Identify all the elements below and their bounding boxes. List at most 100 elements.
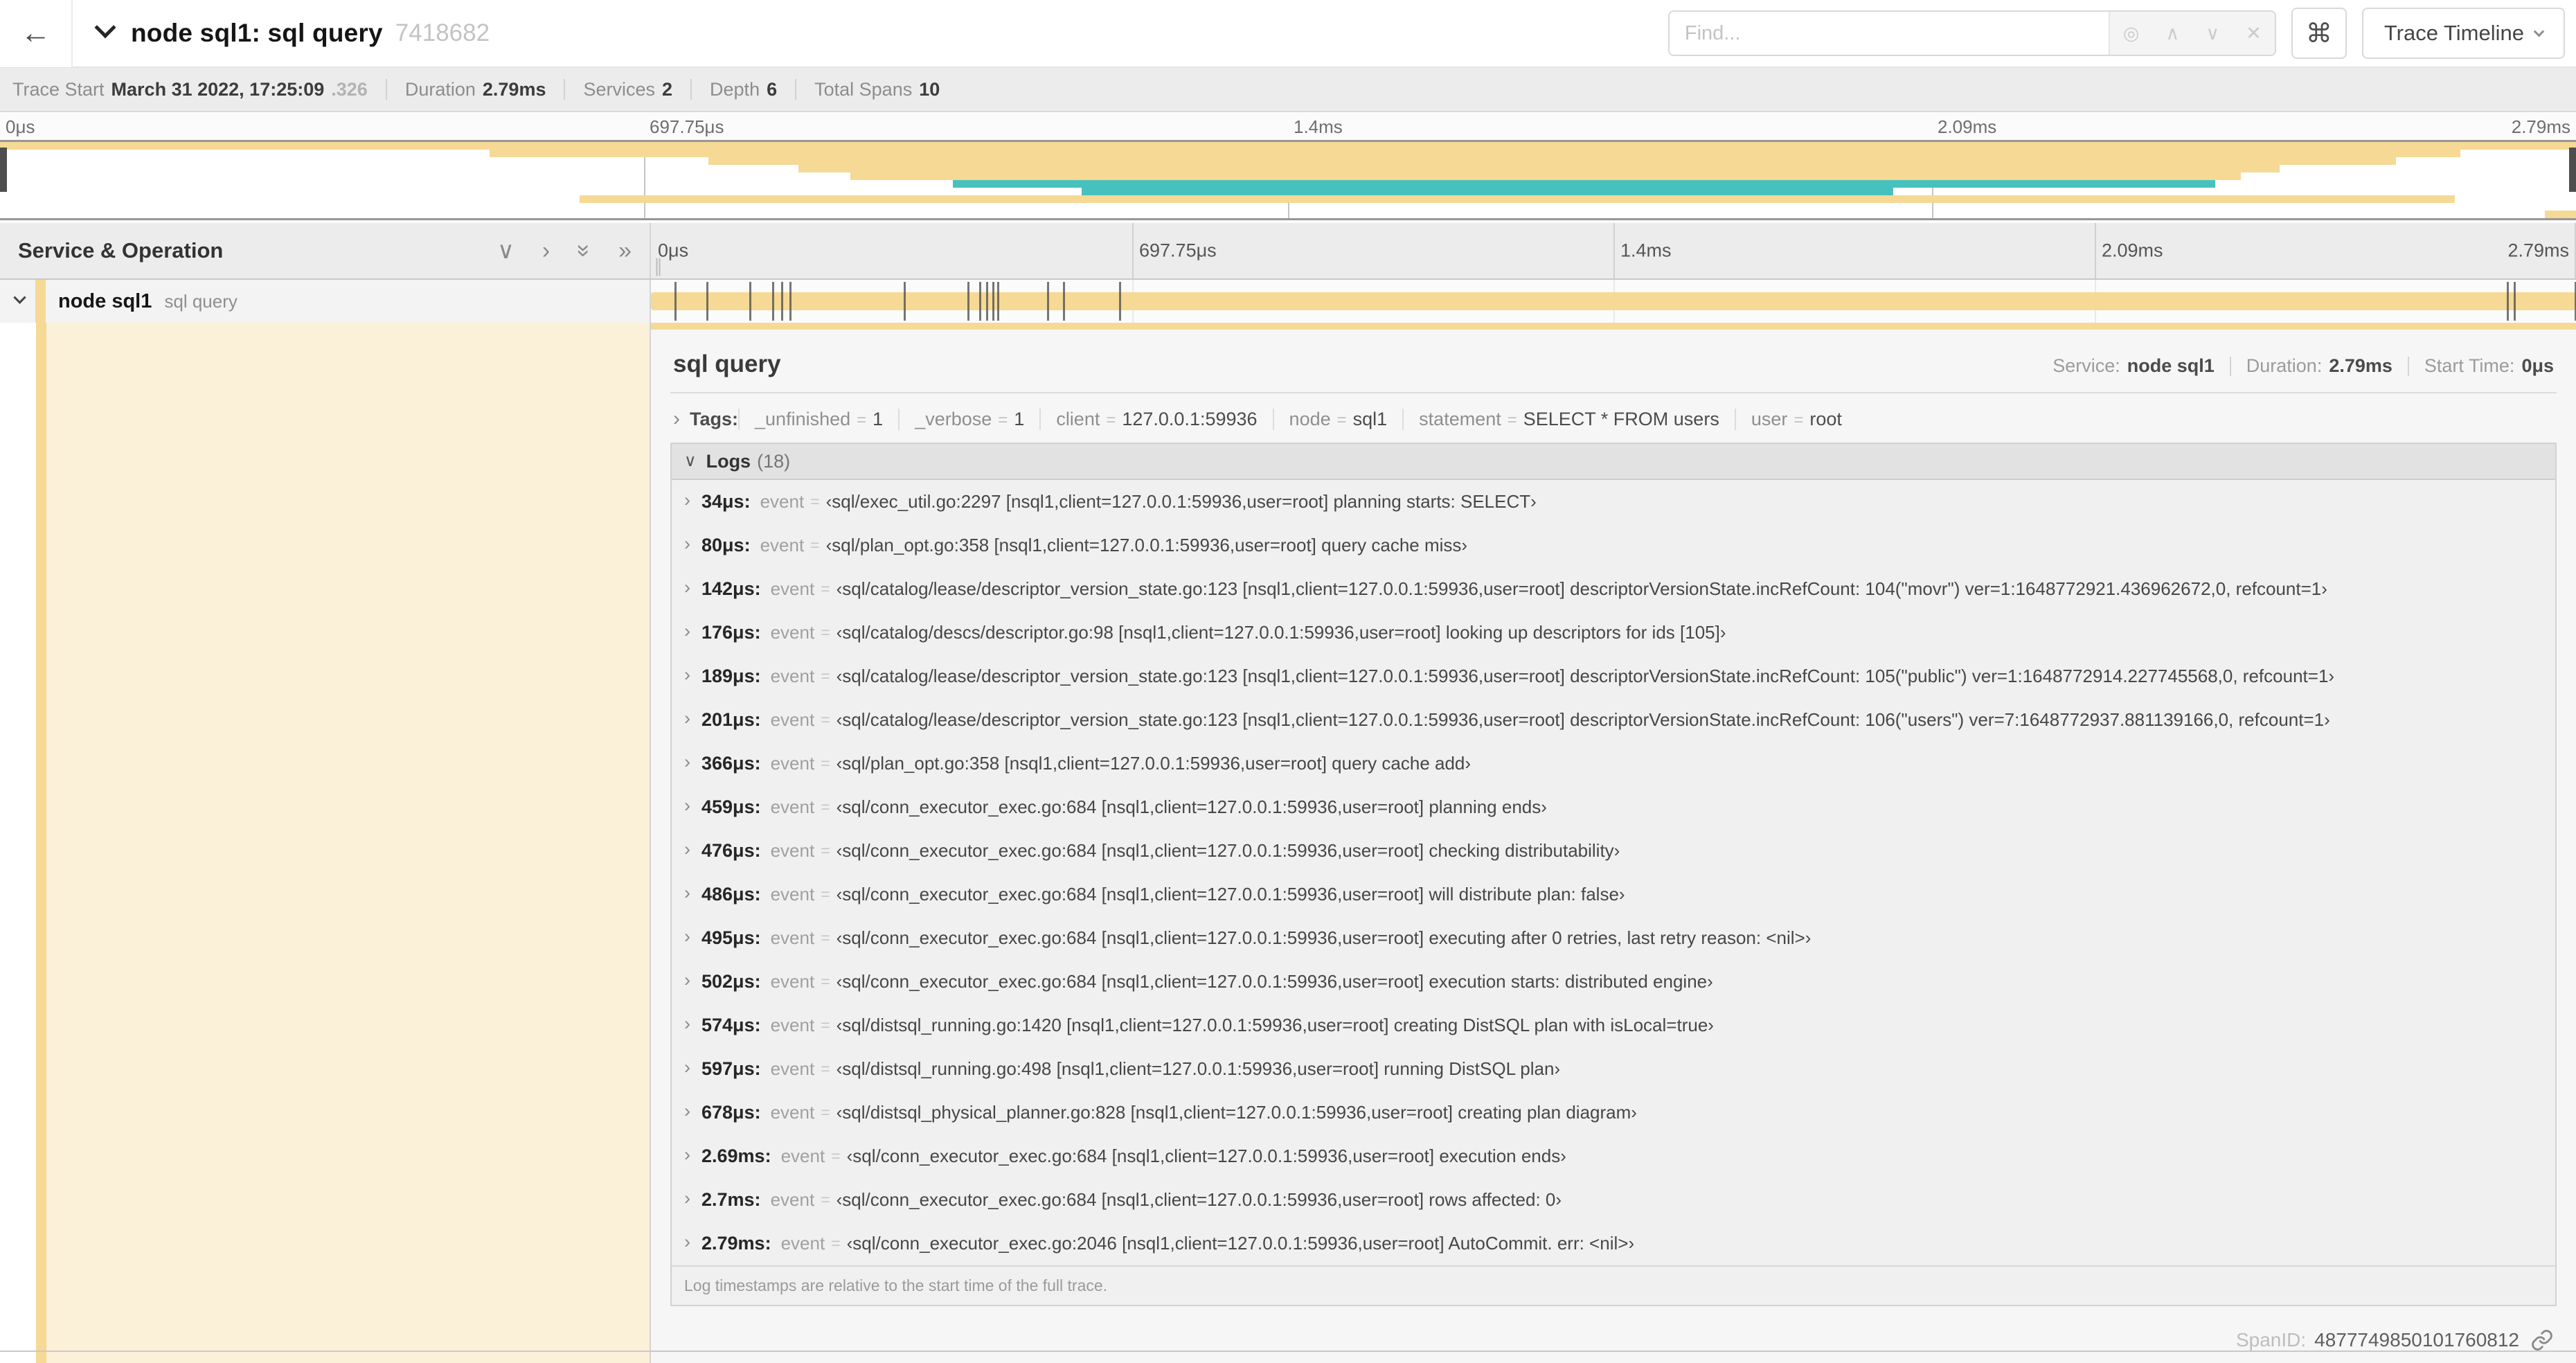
tag-equals: = bbox=[1106, 411, 1116, 429]
logs-accordion: ∨ Logs (18) › 34μs: event = ‹sql/exec_util.g… bbox=[670, 443, 2557, 1306]
minimap-span-bar bbox=[1082, 188, 1894, 195]
log-tick-marker[interactable] bbox=[1118, 282, 1121, 321]
log-tick-marker[interactable] bbox=[992, 282, 995, 321]
summary-separator bbox=[795, 79, 797, 100]
log-value: ‹sql/exec_util.go:2297 [nsql1,client=127… bbox=[825, 491, 1537, 512]
span-row[interactable]: node sql1 sql query bbox=[0, 280, 2576, 323]
focus-match-icon[interactable]: ◎ bbox=[2123, 23, 2140, 44]
log-tick-marker[interactable] bbox=[772, 282, 775, 321]
span-service-name: node sql1 bbox=[58, 289, 152, 312]
timeline-ruler: ∥ 0μs 697.75μs 1.4ms 2.09ms 2.79ms bbox=[651, 223, 2576, 278]
tag-item: _verbose = 1 bbox=[898, 409, 1039, 430]
back-button[interactable]: ← bbox=[0, 0, 73, 67]
log-tick-marker[interactable] bbox=[781, 282, 784, 321]
summary-separator bbox=[690, 79, 692, 100]
prev-match-icon[interactable]: ∧ bbox=[2166, 23, 2180, 44]
log-row[interactable]: › 2.69ms: event = ‹sql/conn_executor_exec.go… bbox=[672, 1134, 2555, 1178]
chevron-right-icon: › bbox=[684, 664, 690, 685]
log-row[interactable]: › 476μs: event = ‹sql/conn_executor_exec.go:… bbox=[672, 829, 2555, 873]
next-match-icon[interactable]: ∨ bbox=[2206, 23, 2219, 44]
log-tick-marker[interactable] bbox=[1046, 282, 1049, 321]
log-field-name: event bbox=[770, 1015, 815, 1035]
keyboard-shortcuts-button[interactable]: ⌘ bbox=[2291, 8, 2347, 59]
log-value: ‹sql/conn_executor_exec.go:684 [nsql1,cl… bbox=[836, 884, 1625, 905]
log-row[interactable]: › 366μs: event = ‹sql/plan_opt.go:358 [nsql1… bbox=[672, 742, 2555, 785]
tag-key: _unfinished bbox=[755, 409, 851, 429]
log-row[interactable]: › 574μs: event = ‹sql/distsql_running.go:142… bbox=[672, 1004, 2555, 1047]
log-row[interactable]: › 597μs: event = ‹sql/distsql_running.go:498… bbox=[672, 1047, 2555, 1091]
chevron-right-icon: › bbox=[684, 621, 690, 641]
logs-header[interactable]: ∨ Logs (18) bbox=[672, 444, 2555, 480]
log-row[interactable]: › 2.79ms: event = ‹sql/conn_executor_exec.go… bbox=[672, 1222, 2555, 1265]
log-row[interactable]: › 486μs: event = ‹sql/conn_executor_exec.go:… bbox=[672, 873, 2555, 916]
collapse-controls: ∨ › » » bbox=[497, 239, 632, 262]
trace-summary-bar: Trace Start March 31 2022, 17:25:09 .326 Du… bbox=[0, 68, 2576, 112]
log-tick-marker[interactable] bbox=[903, 282, 906, 321]
log-tick-marker[interactable] bbox=[967, 282, 970, 321]
log-row[interactable]: › 142μs: event = ‹sql/catalog/lease/descript… bbox=[672, 567, 2555, 611]
detail-span-title: sql query bbox=[673, 350, 781, 377]
find-input[interactable] bbox=[1669, 12, 2109, 55]
chevron-right-icon: › bbox=[684, 577, 690, 598]
log-tick-marker[interactable] bbox=[706, 282, 708, 321]
log-equals: = bbox=[821, 798, 830, 816]
log-tick-marker[interactable] bbox=[674, 282, 677, 321]
span-bar-cell[interactable] bbox=[651, 280, 2576, 323]
log-tick-marker[interactable] bbox=[2514, 282, 2516, 321]
log-row[interactable]: › 2.7ms: event = ‹sql/conn_executor_exec.go:… bbox=[672, 1178, 2555, 1222]
tag-value: 1 bbox=[1014, 409, 1025, 429]
view-selector-button[interactable]: Trace Timeline bbox=[2361, 8, 2565, 59]
expand-one-icon[interactable]: › bbox=[542, 239, 550, 262]
log-value: ‹sql/catalog/lease/descriptor_version_st… bbox=[836, 578, 2327, 599]
logs-footer-note: Log timestamps are relative to the start… bbox=[672, 1265, 2555, 1305]
deep-link-icon[interactable] bbox=[2530, 1328, 2554, 1352]
minimap-left-scrubber[interactable] bbox=[0, 148, 7, 192]
span-color-guide bbox=[36, 323, 46, 1363]
log-row[interactable]: › 189μs: event = ‹sql/catalog/lease/descript… bbox=[672, 654, 2555, 698]
log-tick-marker[interactable] bbox=[986, 282, 989, 321]
bottom-divider bbox=[0, 1351, 2576, 1352]
log-timestamp: 502μs: bbox=[701, 971, 761, 992]
clear-search-icon[interactable]: ✕ bbox=[2246, 23, 2262, 44]
log-equals: = bbox=[821, 1016, 830, 1034]
log-row[interactable]: › 201μs: event = ‹sql/catalog/lease/descript… bbox=[672, 698, 2555, 742]
collapse-all-icon[interactable]: » bbox=[571, 244, 598, 258]
chevron-right-icon: › bbox=[684, 882, 690, 903]
log-row[interactable]: › 502μs: event = ‹sql/conn_executor_exec.go:… bbox=[672, 960, 2555, 1004]
minimap-right-scrubber[interactable] bbox=[2569, 148, 2576, 192]
find-group: ◎ ∧ ∨ ✕ bbox=[1667, 10, 2276, 56]
chevron-right-icon: › bbox=[684, 795, 690, 816]
log-equals: = bbox=[821, 580, 830, 598]
chevron-right-icon: › bbox=[684, 926, 690, 947]
span-collapse-chevron-icon[interactable] bbox=[13, 290, 26, 304]
log-timestamp: 34μs: bbox=[701, 491, 751, 512]
tags-accordion[interactable]: › Tags: _unfinished = 1 _verbose = 1 client = 12… bbox=[670, 393, 2557, 443]
minimap-span-bar bbox=[489, 150, 2460, 157]
expand-all-icon[interactable]: » bbox=[618, 239, 632, 262]
span-id-value: 4877749850101760812 bbox=[2314, 1329, 2519, 1351]
log-tick-marker[interactable] bbox=[789, 282, 792, 321]
log-row[interactable]: › 34μs: event = ‹sql/exec_util.go:2297 [nsql… bbox=[672, 480, 2555, 524]
log-field-name: event bbox=[780, 1233, 825, 1254]
log-tick-marker[interactable] bbox=[2507, 282, 2510, 321]
summary-label: Depth bbox=[710, 78, 760, 100]
summary-value: March 31 2022, 17:25:09 bbox=[111, 78, 325, 100]
log-row[interactable]: › 80μs: event = ‹sql/plan_opt.go:358 [nsql1,… bbox=[672, 524, 2555, 567]
ruler-tick-label: 2.79ms bbox=[2507, 240, 2569, 261]
collapse-one-icon[interactable]: ∨ bbox=[497, 239, 515, 262]
minimap-canvas[interactable] bbox=[0, 140, 2576, 220]
tag-equals: = bbox=[998, 411, 1008, 429]
log-timestamp: 366μs: bbox=[701, 753, 761, 774]
log-tick-marker[interactable] bbox=[997, 282, 1000, 321]
log-tick-marker[interactable] bbox=[1062, 282, 1065, 321]
log-row[interactable]: › 495μs: event = ‹sql/conn_executor_exec.go:… bbox=[672, 916, 2555, 960]
log-row[interactable]: › 176μs: event = ‹sql/catalog/descs/descript… bbox=[672, 611, 2555, 654]
log-tick-marker[interactable] bbox=[749, 282, 751, 321]
span-name-cell[interactable]: node sql1 sql query bbox=[0, 280, 651, 323]
log-row[interactable]: › 678μs: event = ‹sql/distsql_physical_plann… bbox=[672, 1091, 2555, 1134]
log-row[interactable]: › 459μs: event = ‹sql/conn_executor_exec.go:… bbox=[672, 785, 2555, 829]
span-duration-bar[interactable] bbox=[651, 292, 2576, 310]
minimap-tick-label: 0μs bbox=[6, 116, 35, 137]
log-tick-marker[interactable] bbox=[979, 282, 982, 321]
collapse-trace-chevron-icon[interactable] bbox=[94, 17, 116, 39]
